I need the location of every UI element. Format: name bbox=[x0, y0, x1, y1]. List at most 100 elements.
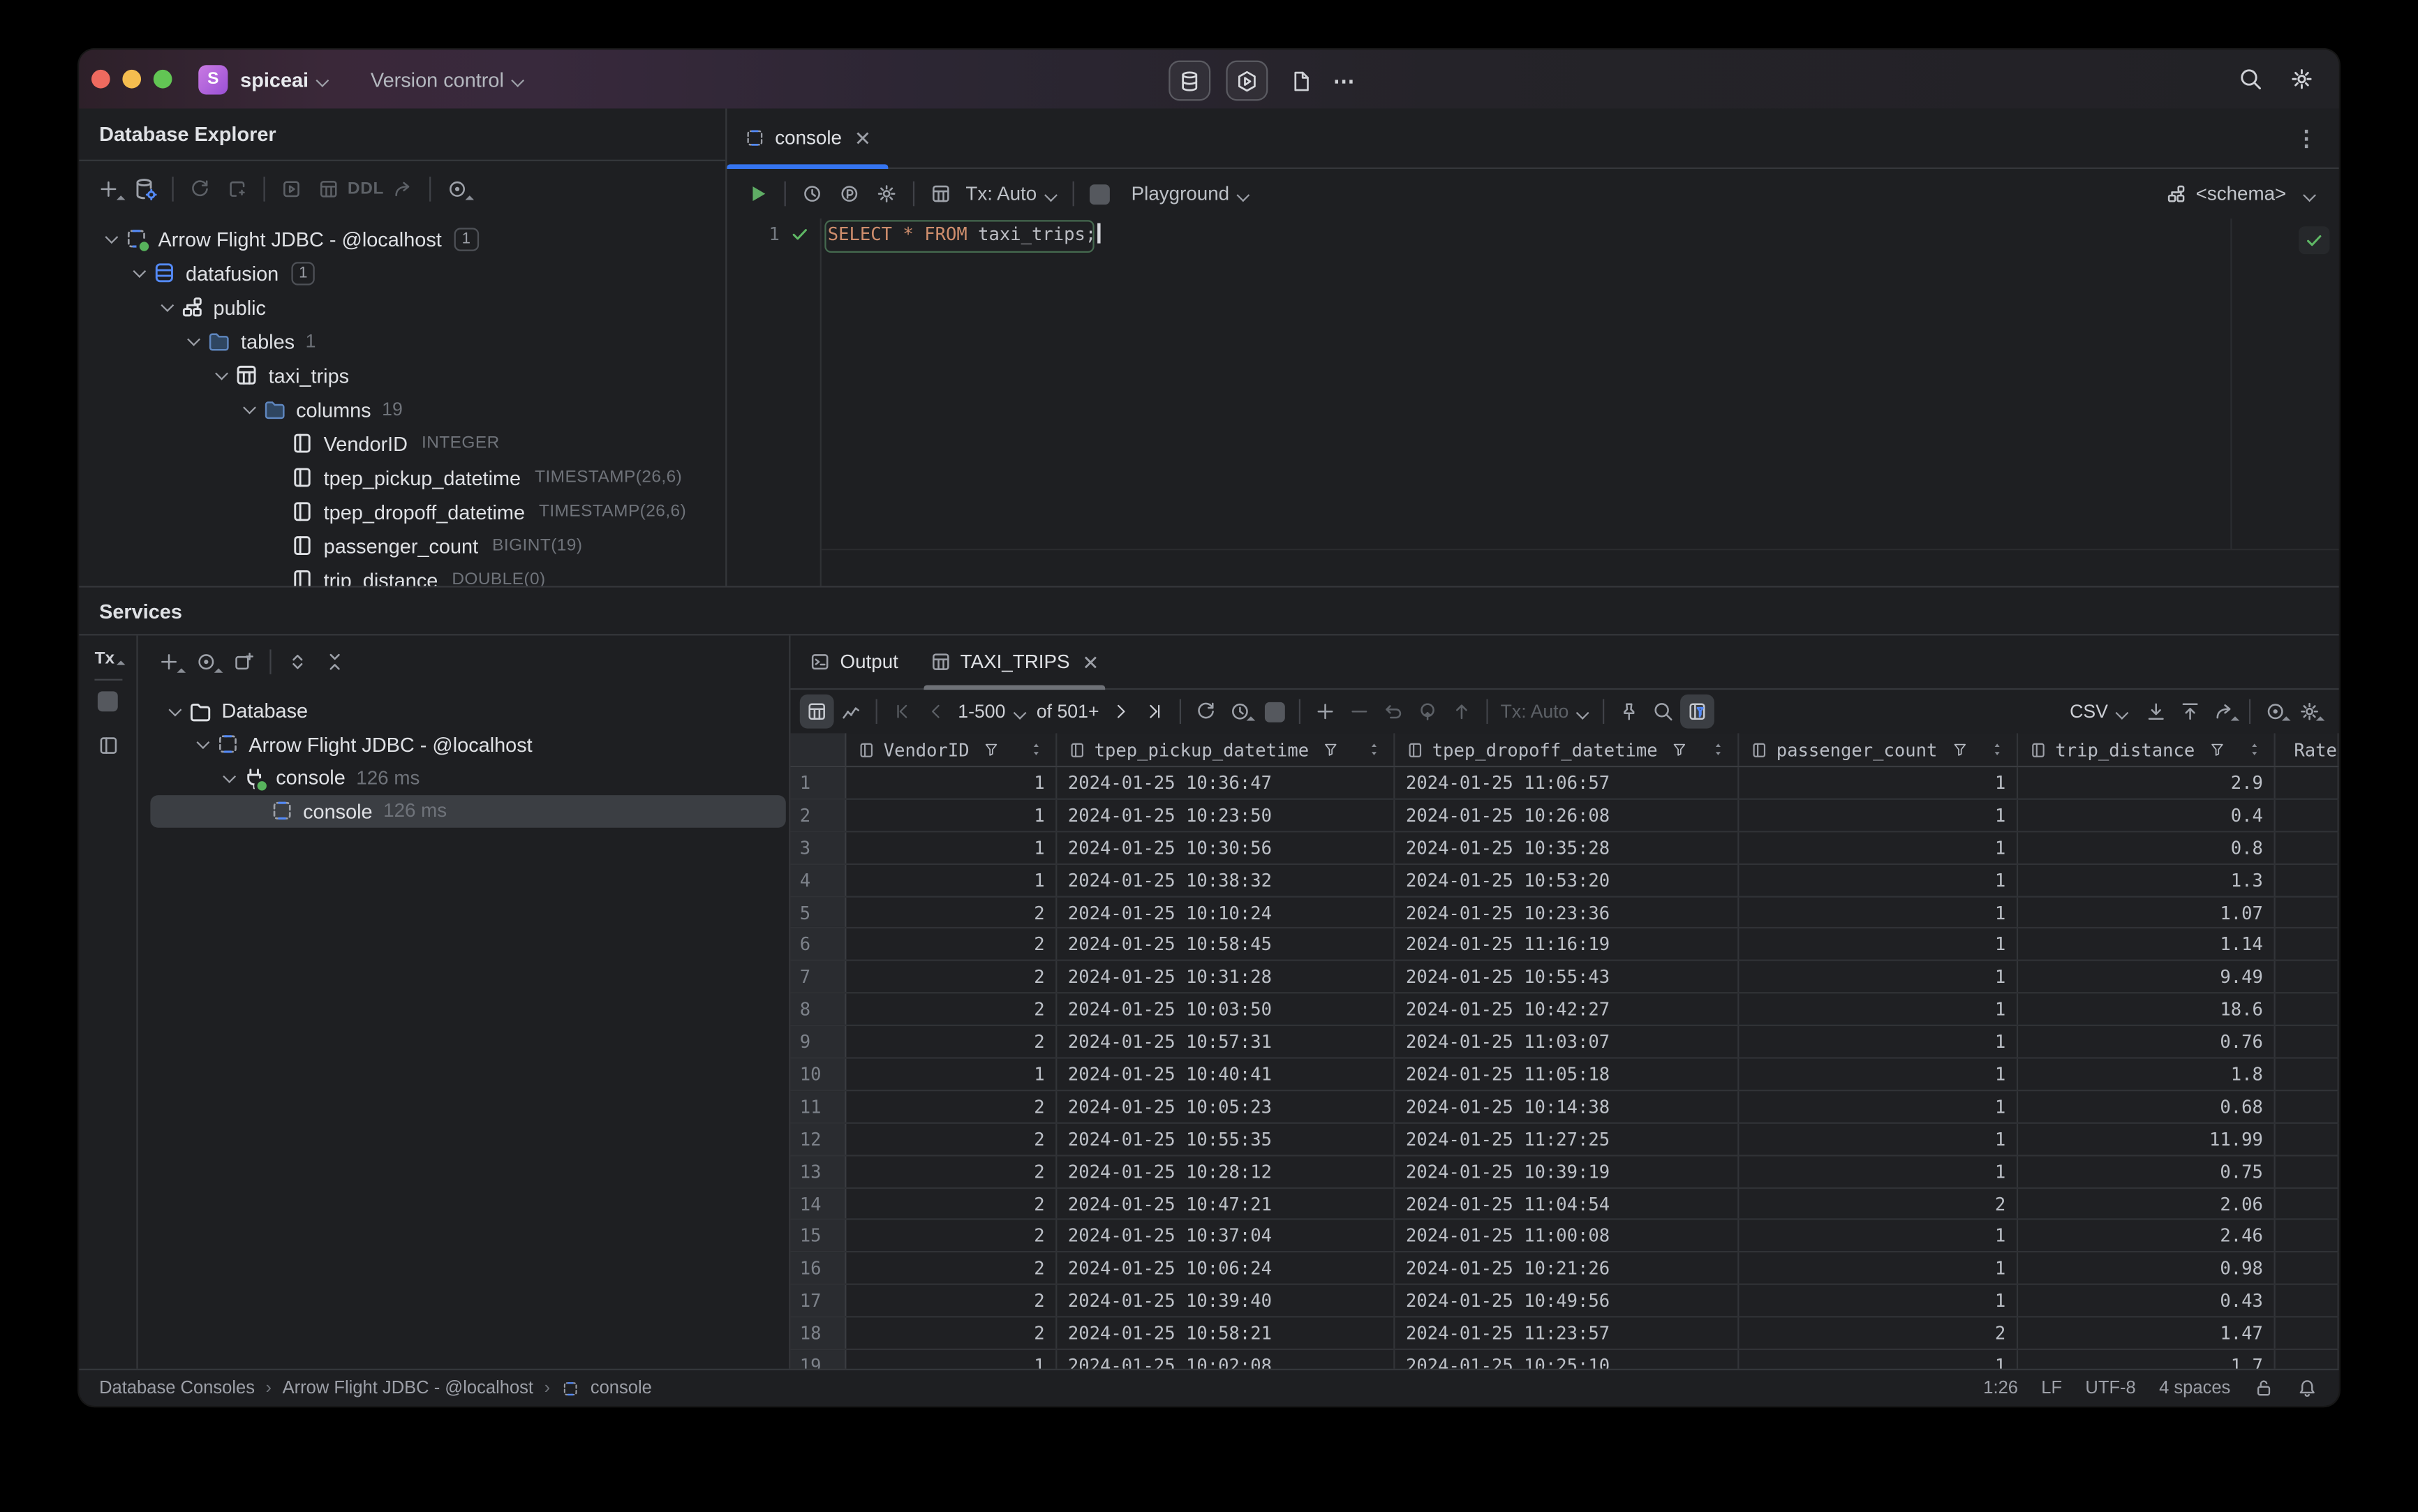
code-area[interactable]: SELECT * FROM taxi_trips; bbox=[821, 218, 2339, 586]
table-cell[interactable]: 1.07 bbox=[2018, 896, 2276, 928]
sort-widget[interactable] bbox=[1028, 741, 1044, 757]
run-widget-button[interactable] bbox=[1226, 60, 1268, 101]
chevron-down-icon[interactable] bbox=[512, 73, 526, 87]
tab-options-icon[interactable]: ⋮ bbox=[2296, 125, 2339, 151]
table-row[interactable]: 6 2 2024-01-25 10:58:45 2024-01-25 11:16:19… bbox=[790, 929, 2339, 962]
navigate-button[interactable] bbox=[385, 170, 422, 207]
table-cell[interactable]: 2024-01-25 11:00:08 bbox=[1395, 1220, 1740, 1252]
table-row[interactable]: 11 2 2024-01-25 10:05:23 2024-01-25 10:14:3… bbox=[790, 1091, 2339, 1124]
table-cell[interactable]: 1 bbox=[846, 1058, 1058, 1090]
row-number[interactable]: 18 bbox=[790, 1317, 847, 1349]
chevron-expanded-icon[interactable] bbox=[217, 765, 242, 790]
table-cell[interactable] bbox=[2276, 799, 2339, 831]
table-cell[interactable]: 0.43 bbox=[2018, 1285, 2276, 1317]
table-cell[interactable]: 1 bbox=[1739, 896, 2019, 928]
table-row[interactable]: 17 2 2024-01-25 10:39:40 2024-01-25 10:49:5… bbox=[790, 1285, 2339, 1318]
filter-icon[interactable] bbox=[984, 741, 1000, 757]
table-cell[interactable] bbox=[2276, 1252, 2339, 1284]
table-cell[interactable]: 2024-01-25 10:37:04 bbox=[1057, 1220, 1395, 1252]
row-number[interactable]: 15 bbox=[790, 1220, 847, 1252]
row-number[interactable]: 19 bbox=[790, 1350, 847, 1369]
chevron-expanded-icon[interactable] bbox=[237, 396, 262, 422]
table-cell[interactable]: 1 bbox=[1739, 1220, 2019, 1252]
table-cell[interactable] bbox=[2276, 1220, 2339, 1252]
vcs-menu[interactable]: Version control bbox=[371, 68, 504, 91]
table-cell[interactable]: 2024-01-25 10:23:36 bbox=[1395, 896, 1740, 928]
table-cell[interactable]: 1.8 bbox=[2018, 1058, 2276, 1090]
table-cell[interactable]: 0.68 bbox=[2018, 1091, 2276, 1122]
table-row[interactable]: 15 2 2024-01-25 10:37:04 2024-01-25 11:00:0… bbox=[790, 1220, 2339, 1253]
table-cell[interactable]: 2024-01-25 10:58:45 bbox=[1057, 929, 1395, 961]
table-cell[interactable]: 18.6 bbox=[2018, 993, 2276, 1025]
result-view-button[interactable] bbox=[922, 175, 959, 212]
add-service-button[interactable] bbox=[150, 644, 187, 681]
tab-console[interactable]: console ✕ bbox=[727, 108, 889, 170]
chevron-expanded-icon[interactable] bbox=[209, 363, 235, 388]
table-cell[interactable]: 9.49 bbox=[2018, 961, 2276, 993]
table-cell[interactable]: 1 bbox=[1739, 1285, 2019, 1317]
row-number[interactable]: 11 bbox=[790, 1091, 847, 1122]
table-cell[interactable]: 1 bbox=[1739, 993, 2019, 1025]
table-cell[interactable] bbox=[2276, 1350, 2339, 1369]
row-number[interactable]: 2 bbox=[790, 799, 847, 831]
view-options-button[interactable] bbox=[188, 644, 225, 681]
filter-panel-button[interactable] bbox=[1680, 694, 1715, 729]
row-number[interactable]: 13 bbox=[790, 1155, 847, 1187]
grid-settings-button[interactable] bbox=[2292, 695, 2327, 729]
table-cell[interactable]: 0.98 bbox=[2018, 1252, 2276, 1284]
table-cell[interactable]: 2 bbox=[1739, 1317, 2019, 1349]
tree-item-tpep-dropoff-datetime[interactable]: tpep_dropoff_datetime TIMESTAMP(26,6) bbox=[79, 494, 725, 528]
table-cell[interactable]: 2024-01-25 10:39:19 bbox=[1395, 1155, 1740, 1187]
table-cell[interactable]: 1 bbox=[1739, 831, 2019, 864]
table-cell[interactable] bbox=[2276, 1026, 2339, 1058]
inspection-widget[interactable] bbox=[2299, 226, 2330, 255]
row-number[interactable]: 9 bbox=[790, 1026, 847, 1058]
line-ending[interactable]: LF bbox=[2041, 1379, 2062, 1398]
table-view-button[interactable] bbox=[310, 170, 347, 207]
table-cell[interactable] bbox=[2276, 929, 2339, 961]
sort-widget[interactable] bbox=[1365, 741, 1382, 757]
table-cell[interactable]: 2024-01-25 10:03:50 bbox=[1057, 993, 1395, 1025]
table-cell[interactable]: 2024-01-25 10:39:40 bbox=[1057, 1285, 1395, 1317]
table-cell[interactable]: 2024-01-25 11:04:54 bbox=[1395, 1188, 1740, 1220]
table-row[interactable]: 5 2 2024-01-25 10:10:24 2024-01-25 10:23:36… bbox=[790, 896, 2339, 930]
editor-body[interactable]: 1 SELECT * FROM taxi_trips; bbox=[727, 218, 2339, 586]
table-cell[interactable]: 1.14 bbox=[2018, 929, 2276, 961]
chevron-expanded-icon[interactable] bbox=[182, 329, 207, 354]
sort-widget[interactable] bbox=[1709, 741, 1726, 757]
find-button[interactable] bbox=[1646, 695, 1680, 729]
project-name[interactable]: spiceai bbox=[240, 68, 309, 91]
table-row[interactable]: 4 1 2024-01-25 10:38:32 2024-01-25 10:53:20… bbox=[790, 864, 2339, 897]
table-row[interactable]: 18 2 2024-01-25 10:58:21 2024-01-25 11:23:5… bbox=[790, 1317, 2339, 1351]
table-cell[interactable]: 1 bbox=[1739, 1123, 2019, 1155]
schema-select[interactable]: <schema> bbox=[2165, 183, 2339, 205]
table-cell[interactable]: 2.06 bbox=[2018, 1188, 2276, 1220]
table-cell[interactable] bbox=[2276, 1155, 2339, 1187]
results-tab-output[interactable]: Output bbox=[794, 635, 914, 688]
table-cell[interactable]: 2024-01-25 10:55:43 bbox=[1395, 961, 1740, 993]
tree-item-tables[interactable]: tables 1 bbox=[79, 324, 725, 358]
row-number[interactable]: 14 bbox=[790, 1188, 847, 1220]
results-tab-taxi_trips[interactable]: TAXI_TRIPS ✕ bbox=[914, 635, 1115, 690]
table-cell[interactable]: 2024-01-25 10:23:50 bbox=[1057, 799, 1395, 831]
tree-item-tpep-pickup-datetime[interactable]: tpep_pickup_datetime TIMESTAMP(26,6) bbox=[79, 460, 725, 494]
table-cell[interactable]: 2 bbox=[846, 1123, 1058, 1155]
tree-item-passenger-count[interactable]: passenger_count BIGINT(19) bbox=[79, 528, 725, 563]
table-cell[interactable]: 2 bbox=[846, 993, 1058, 1025]
tree-item-vendorid[interactable]: VendorID INTEGER bbox=[79, 427, 725, 461]
table-cell[interactable] bbox=[2276, 993, 2339, 1025]
column-header-tpep_pickup_datetime[interactable]: tpep_pickup_datetime bbox=[1057, 733, 1395, 766]
ddl-button[interactable]: DDL bbox=[347, 170, 384, 207]
table-cell[interactable]: 1 bbox=[1739, 864, 2019, 896]
table-cell[interactable]: 2024-01-25 10:40:41 bbox=[1057, 1058, 1395, 1090]
table-cell[interactable] bbox=[2276, 1091, 2339, 1122]
row-number[interactable]: 5 bbox=[790, 896, 847, 928]
table-cell[interactable]: 2 bbox=[846, 1026, 1058, 1058]
table-cell[interactable]: 1 bbox=[846, 1350, 1058, 1369]
table-row[interactable]: 8 2 2024-01-25 10:03:50 2024-01-25 10:42:27… bbox=[790, 993, 2339, 1027]
table-cell[interactable]: 1 bbox=[846, 864, 1058, 896]
chevron-expanded-icon[interactable] bbox=[154, 295, 179, 320]
table-cell[interactable]: 2024-01-25 11:27:25 bbox=[1395, 1123, 1740, 1155]
table-cell[interactable]: 2024-01-25 10:53:20 bbox=[1395, 864, 1740, 896]
table-cell[interactable]: 2024-01-25 10:35:28 bbox=[1395, 831, 1740, 864]
